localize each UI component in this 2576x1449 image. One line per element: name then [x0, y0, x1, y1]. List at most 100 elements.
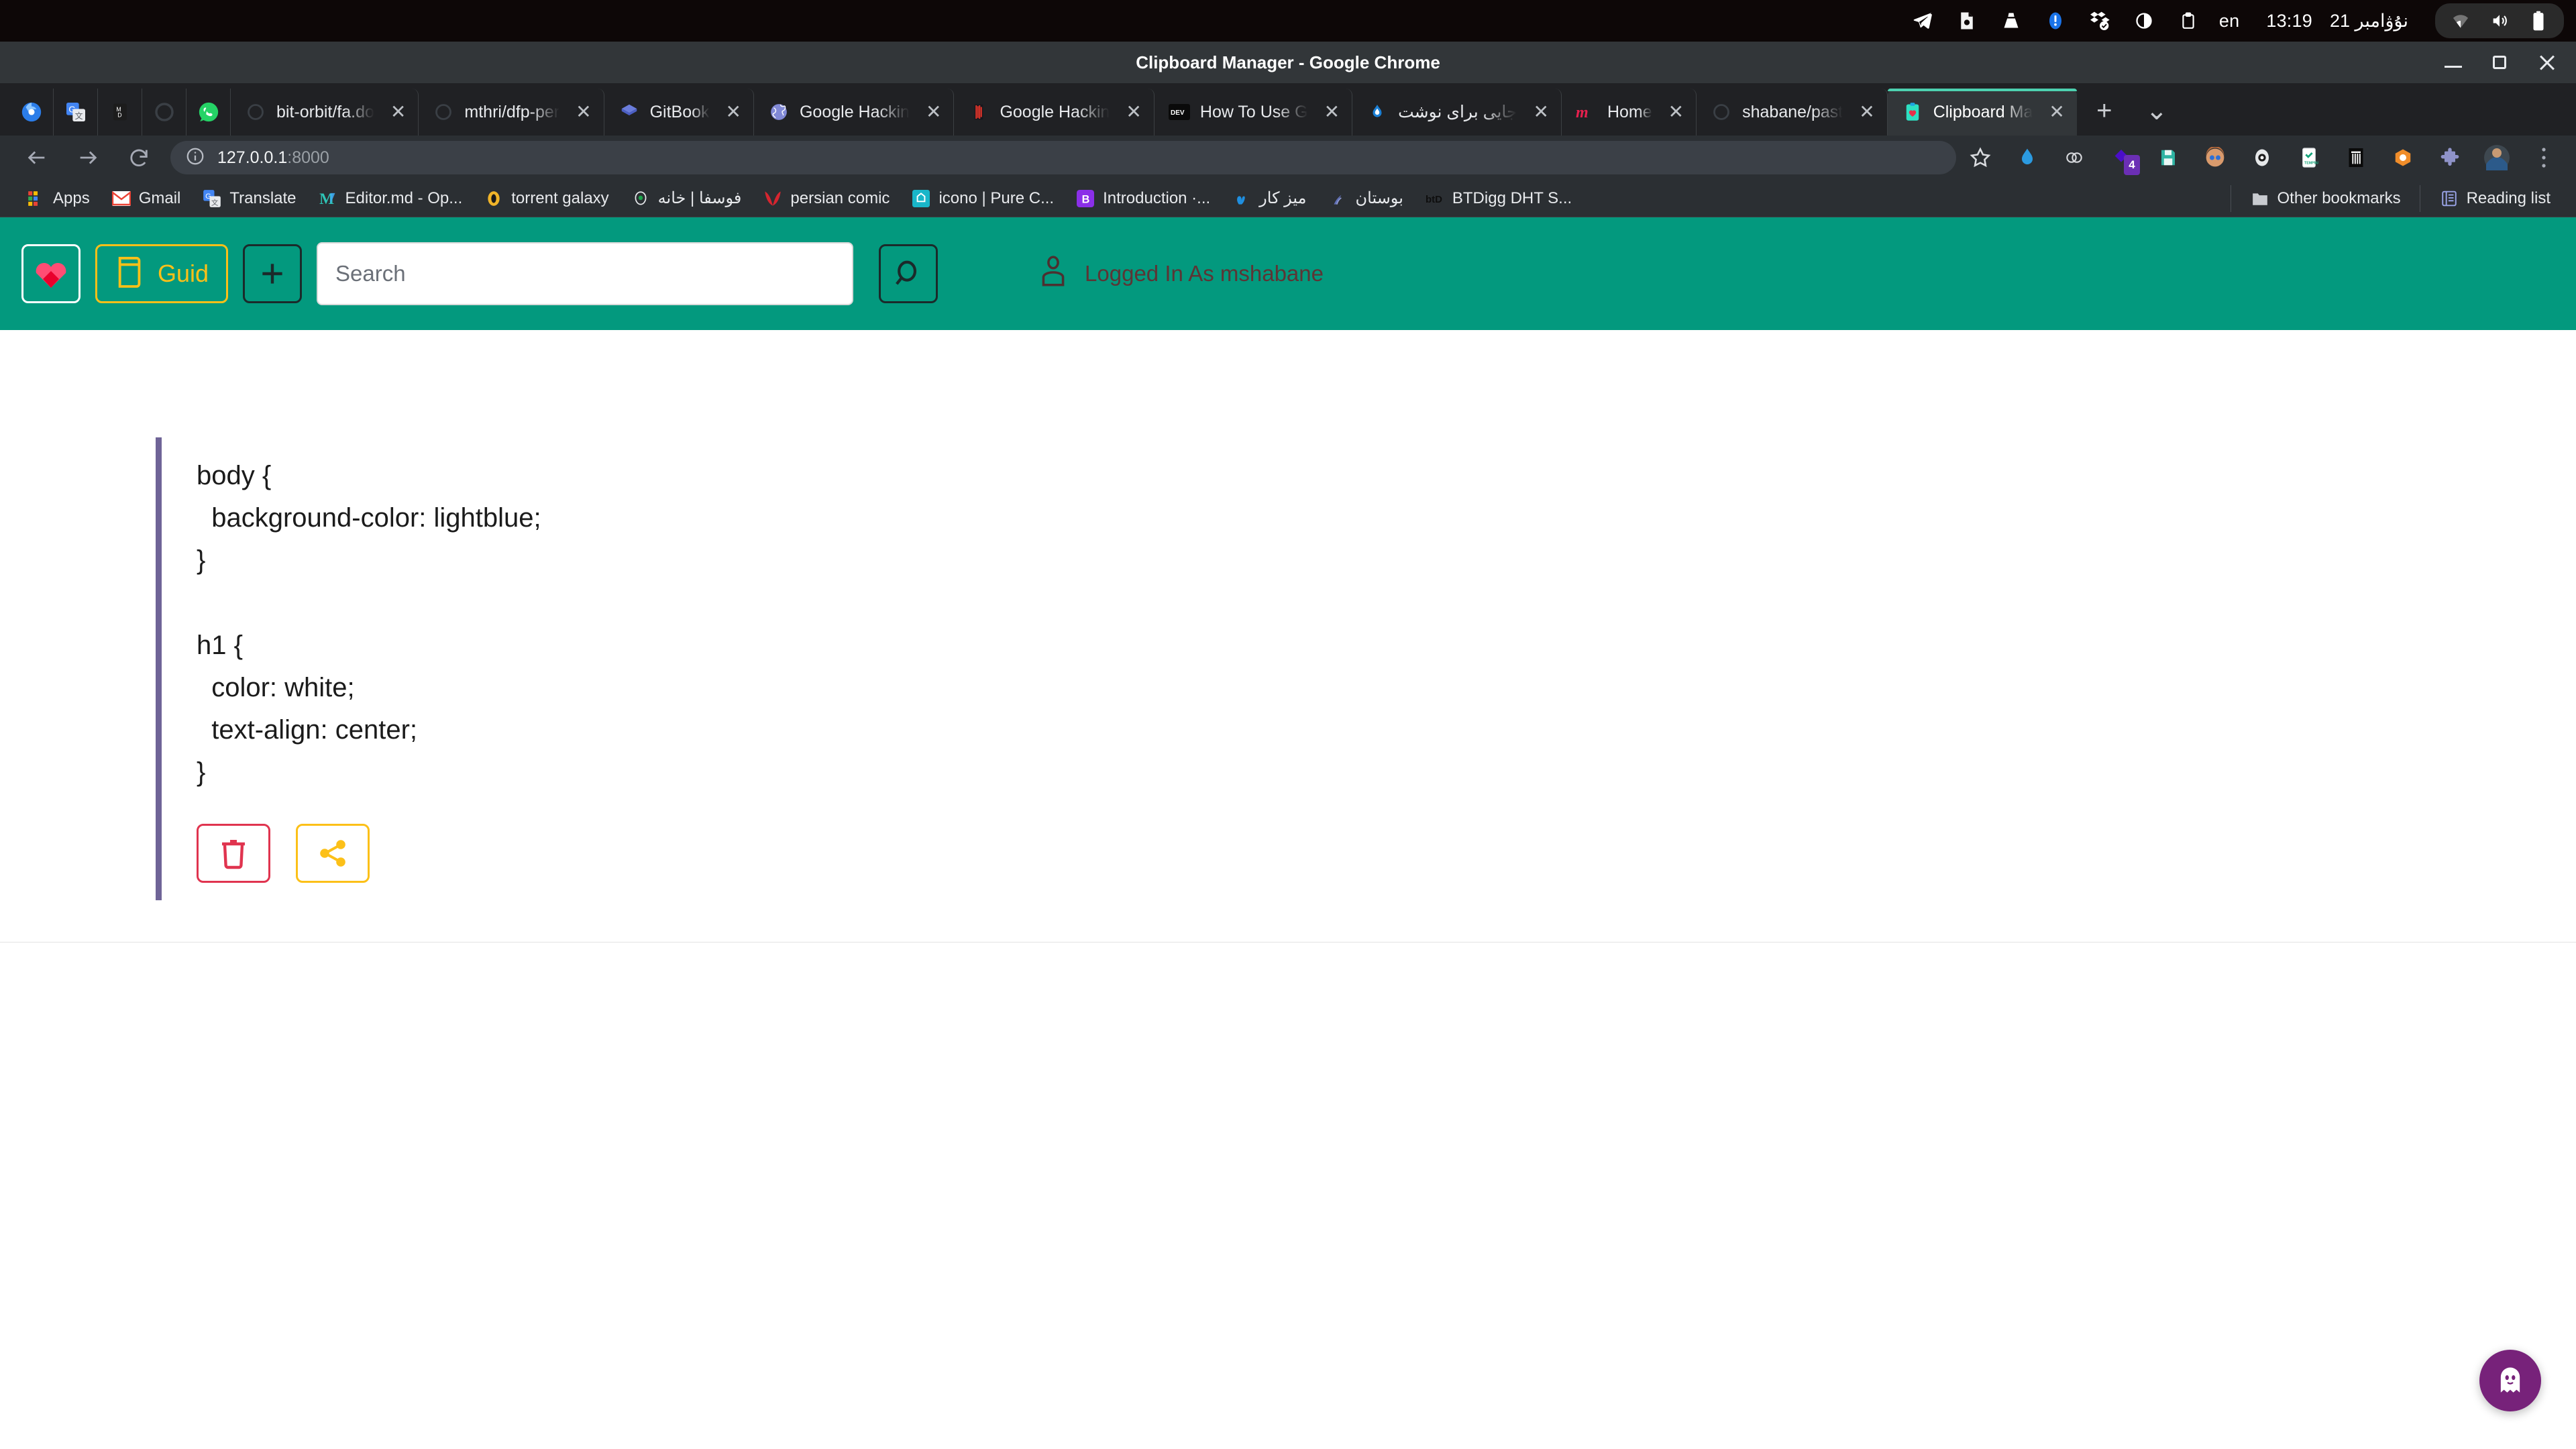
minimize-button[interactable]: [2445, 54, 2462, 71]
svg-text:DEV: DEV: [1171, 109, 1185, 117]
tab-close-icon[interactable]: ✕: [1852, 100, 1881, 124]
keyboard-layout-indicator[interactable]: en: [2219, 7, 2239, 34]
bookmark-persian-comic[interactable]: persian comic: [752, 184, 900, 213]
avatar-girl-icon[interactable]: [2200, 143, 2230, 172]
tab-gitbook[interactable]: GitBook ✕: [604, 89, 754, 136]
tempmail-icon[interactable]: TEMPMAIL: [2294, 143, 2324, 172]
system-status-menu[interactable]: [2435, 3, 2564, 38]
tab-shabane-paste[interactable]: shabane/past ✕: [1697, 89, 1888, 136]
ghostery-fab-button[interactable]: [2479, 1350, 2541, 1411]
bookmark-jossfa[interactable]: فوسفا | خانه: [620, 184, 753, 213]
card-divider: [0, 941, 2576, 943]
reload-button[interactable]: [119, 138, 158, 177]
eye-icon[interactable]: [2247, 143, 2277, 172]
tab-google-hacking-1[interactable]: Google Hackin ✕: [754, 89, 955, 136]
delete-clip-button[interactable]: [197, 823, 270, 883]
markdown-m-icon: M: [318, 189, 338, 209]
bookmark-editor-md[interactable]: M Editor.md - Op...: [307, 184, 474, 213]
clipboard-heart-icon: [1901, 101, 1924, 123]
tab-clipboard-manager[interactable]: Clipboard Ma ✕: [1887, 89, 2078, 136]
screenshot-icon[interactable]: [1953, 7, 1980, 34]
bookmark-mizkar[interactable]: میز کار: [1221, 184, 1317, 213]
profile-avatar-icon[interactable]: [2482, 143, 2512, 172]
pinned-tab-firefox[interactable]: [142, 89, 186, 136]
honey-icon[interactable]: [2388, 143, 2418, 172]
tab-close-icon[interactable]: ✕: [719, 100, 748, 124]
bookmark-introduction[interactable]: B Introduction ·...: [1065, 184, 1221, 213]
pinned-tab-whatsapp[interactable]: [186, 89, 231, 136]
tab-close-icon[interactable]: ✕: [1662, 100, 1690, 124]
maximize-button[interactable]: [2491, 54, 2509, 71]
clip-line: background-color: lightblue;: [197, 503, 541, 533]
clip-line: text-align: center;: [197, 715, 418, 745]
bookmark-apps[interactable]: Apps: [15, 184, 101, 213]
brightness-icon[interactable]: [2131, 7, 2157, 34]
pinned-tab-chrome[interactable]: [9, 89, 54, 136]
tab-search-button[interactable]: ⌄: [2136, 90, 2178, 131]
dropbox-icon[interactable]: [2086, 7, 2113, 34]
tab-close-icon[interactable]: ✕: [1526, 100, 1555, 124]
search-submit-button[interactable]: [879, 244, 938, 303]
new-tab-button[interactable]: +: [2084, 90, 2125, 131]
clipboard-card[interactable]: body { background-color: lightblue; } h1…: [156, 437, 2544, 900]
three-dots-menu-icon[interactable]: [2529, 143, 2559, 172]
system-tray: en 13:19 نۇۋامبر 21: [1909, 3, 2564, 38]
affinity-icon[interactable]: 4: [2106, 143, 2140, 175]
heart-logo-button[interactable]: [21, 244, 80, 303]
trash-icon: [222, 839, 245, 869]
notification-icon[interactable]: [2042, 7, 2069, 34]
close-button[interactable]: [2538, 54, 2556, 71]
window-controls: [2445, 42, 2556, 83]
bookmark-label: Translate: [229, 189, 297, 207]
bookmark-torrent-galaxy[interactable]: torrent galaxy: [473, 184, 619, 213]
tab-close-icon[interactable]: ✕: [1119, 100, 1148, 124]
tab-close-icon[interactable]: ✕: [2042, 100, 2071, 124]
bookmark-translate[interactable]: G文 Translate: [191, 184, 307, 213]
search-input[interactable]: [317, 242, 854, 305]
other-bookmarks-button[interactable]: Other bookmarks: [2239, 184, 2412, 213]
forward-button[interactable]: [68, 138, 107, 177]
bookmark-icono[interactable]: icono | Pure C...: [900, 184, 1065, 213]
bookmark-btdigg[interactable]: btD BTDigg DHT S...: [1414, 184, 1582, 213]
tab-home-medium[interactable]: m Home ✕: [1562, 89, 1697, 136]
reading-list-button[interactable]: Reading list: [2428, 184, 2561, 213]
trashcan-icon[interactable]: [2341, 143, 2371, 172]
pinned-tab-translate[interactable]: G文: [54, 89, 98, 136]
bookmark-label: torrent galaxy: [511, 189, 609, 207]
bookmark-label: بوستان: [1355, 189, 1403, 207]
logged-in-label: Logged In As mshabane: [1085, 261, 1324, 286]
clock-date[interactable]: نۇۋامبر 21: [2330, 7, 2408, 34]
telegram-icon[interactable]: [1909, 7, 1936, 34]
tab-close-icon[interactable]: ✕: [384, 100, 413, 124]
puzzle-icon[interactable]: [2435, 143, 2465, 172]
chrome-drop-icon[interactable]: [2012, 143, 2042, 172]
tab-close-icon[interactable]: ✕: [1318, 100, 1346, 124]
bookmark-label: BTDigg DHT S...: [1452, 189, 1572, 207]
bookmark-label: میز کار: [1259, 189, 1307, 207]
share-clip-button[interactable]: [296, 823, 370, 883]
bookmark-gmail[interactable]: Gmail: [101, 184, 192, 213]
save-icon[interactable]: [2153, 143, 2183, 172]
clock-time[interactable]: 13:19: [2266, 7, 2312, 34]
clipboard-icon[interactable]: [2175, 7, 2202, 34]
rings-icon[interactable]: [2059, 143, 2089, 172]
tab-how-to-use[interactable]: DEV How To Use G ✕: [1155, 89, 1353, 136]
tab-google-hacking-2[interactable]: Google Hackin ✕: [954, 89, 1155, 136]
tab-close-icon[interactable]: ✕: [569, 100, 598, 124]
site-info-icon[interactable]: [185, 146, 205, 170]
clip-line: h1 {: [197, 630, 243, 660]
vlc-icon[interactable]: [1998, 7, 2025, 34]
bookmark-star-icon[interactable]: [1966, 143, 1995, 172]
back-button[interactable]: [17, 138, 56, 177]
address-bar[interactable]: 127.0.0.1:8000: [170, 141, 1956, 174]
tab-close-icon[interactable]: ✕: [919, 100, 948, 124]
svg-text:文: 文: [74, 111, 83, 121]
clip-line: }: [197, 757, 206, 788]
bookmark-boostan[interactable]: بوستان: [1318, 184, 1414, 213]
tab-mthri-dfp[interactable]: mthri/dfp-per ✕: [419, 89, 604, 136]
pinned-tab-markdown[interactable]: MD: [98, 89, 142, 136]
add-clip-button[interactable]: [243, 244, 303, 303]
tab-bit-orbit[interactable]: bit-orbit/fa.do ✕: [231, 89, 419, 136]
guid-button[interactable]: Guid: [95, 244, 229, 303]
tab-virgool[interactable]: جایی برای نوشت ✕: [1352, 89, 1562, 136]
